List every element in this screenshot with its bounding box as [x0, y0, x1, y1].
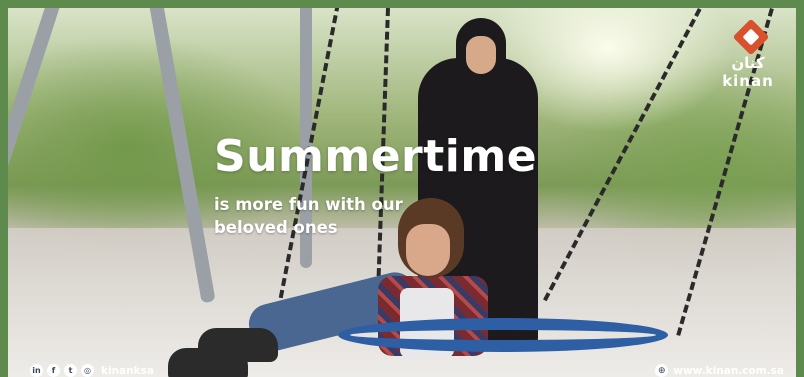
ad-frame: Summertime is more fun with our beloved … [0, 0, 804, 377]
woman-face [466, 36, 496, 74]
kinan-logo-icon [732, 18, 770, 56]
kinan-logo: كنان kinan [720, 18, 776, 94]
social-links: in f t ◎ kinanksa [30, 364, 154, 377]
logo-arabic-text: كنان [731, 54, 765, 72]
background-photo: Summertime is more fun with our beloved … [8, 8, 796, 377]
instagram-icon[interactable]: ◎ [81, 364, 94, 377]
twitter-icon[interactable]: t [64, 364, 77, 377]
subline-line-1: is more fun with our [214, 195, 403, 214]
swing-ring [338, 318, 668, 352]
social-handle[interactable]: kinanksa [101, 365, 154, 377]
headline: Summertime [214, 131, 538, 182]
swing-pole-left [8, 8, 62, 184]
linkedin-icon[interactable]: in [30, 364, 43, 377]
subline: is more fun with our beloved ones [214, 193, 403, 239]
logo-english-text: kinan [722, 72, 774, 90]
globe-icon: ⊕ [655, 364, 669, 377]
boy-shoe-right [198, 328, 278, 362]
boy-face [406, 224, 450, 276]
website-link[interactable]: ⊕ www.kinan.com.sa [655, 364, 784, 377]
facebook-icon[interactable]: f [47, 364, 60, 377]
subline-line-2: beloved ones [214, 218, 338, 237]
website-url[interactable]: www.kinan.com.sa [673, 365, 784, 377]
